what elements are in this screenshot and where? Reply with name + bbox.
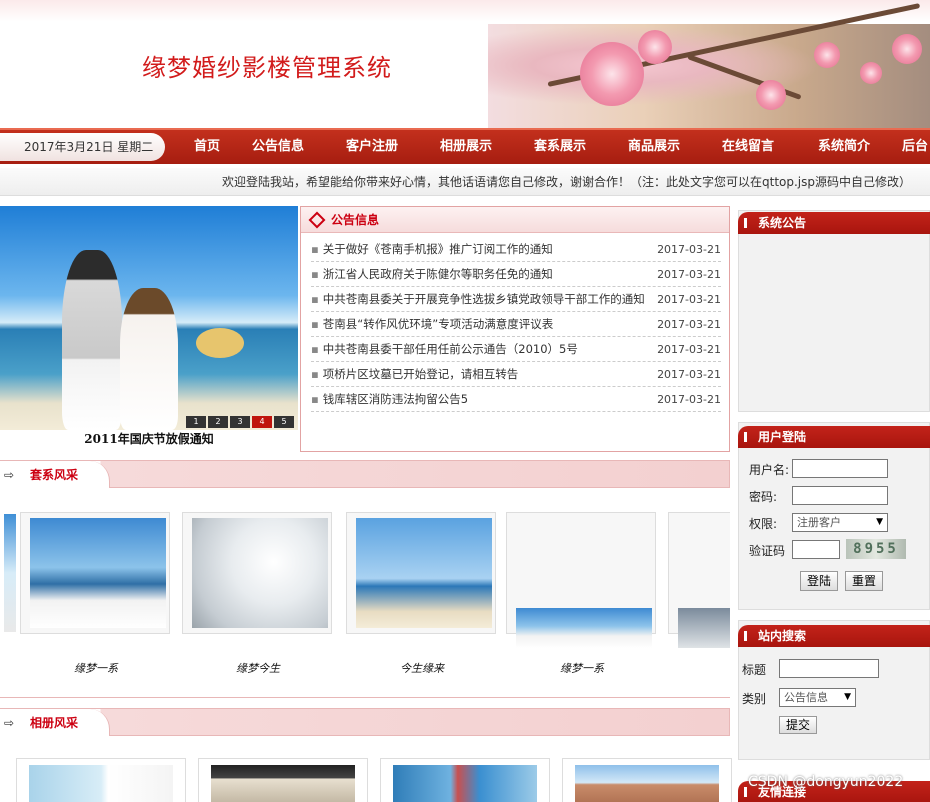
notice-title[interactable]: 中共苍南县委干部任用任前公示通告（2010）5号 bbox=[311, 337, 578, 361]
system-announcement-title: 系统公告 bbox=[738, 212, 930, 234]
diamond-icon bbox=[308, 211, 326, 229]
nav-packages[interactable]: 套系展示 bbox=[534, 130, 586, 164]
notice-panel-title: 公告信息 bbox=[331, 213, 380, 227]
username-input[interactable] bbox=[792, 459, 888, 478]
notice-item[interactable]: 项桥片区坟墓已开始登记，请相互转告 2017-03-21 bbox=[311, 362, 721, 387]
search-submit-button[interactable]: 提交 bbox=[779, 716, 818, 734]
notice-date: 2017-03-21 bbox=[657, 393, 721, 406]
notice-title[interactable]: 项桥片区坟墓已开始登记，请相互转告 bbox=[311, 362, 519, 386]
welcome-marquee: 欢迎登陆我站，希望能给你带来好心情，其他话语请您自己修改，谢谢合作！（注：此处文… bbox=[0, 168, 930, 196]
main-nav: 2017年3月21日 星期二 首页 公告信息 客户注册 相册展示 套系展示 商品… bbox=[0, 128, 930, 164]
packages-gallery: 缘梦一系 缘梦今生 今生缘来 缘梦一系 缘梦 bbox=[0, 490, 730, 698]
notice-item[interactable]: 中共苍南县委关于开展竞争性选拔乡镇党政领导干部工作的通知 2017-03-21 bbox=[311, 287, 721, 312]
package-card[interactable]: 缘梦一系 bbox=[14, 512, 178, 675]
notice-panel: 公告信息 关于做好《苍南手机报》推广订阅工作的通知 2017-03-21 浙江省人… bbox=[300, 206, 730, 452]
role-select-value: 注册客户 bbox=[797, 516, 841, 529]
notice-item[interactable]: 浙江省人民政府关于陈健尔等职务任免的通知 2017-03-21 bbox=[311, 262, 721, 287]
album-thumbnail[interactable] bbox=[380, 758, 550, 802]
reset-button[interactable]: 重置 bbox=[845, 571, 884, 591]
nav-guestbook[interactable]: 在线留言 bbox=[722, 130, 774, 164]
marquee-text: 欢迎登陆我站，希望能给你带来好心情，其他话语请您自己修改，谢谢合作！（注：此处文… bbox=[222, 175, 912, 189]
search-category-value: 公告信息 bbox=[784, 691, 828, 704]
arrow-right-icon: ⇨ bbox=[4, 468, 15, 482]
login-button[interactable]: 登陆 bbox=[800, 571, 839, 591]
notice-date: 2017-03-21 bbox=[657, 318, 721, 331]
nav-register[interactable]: 客户注册 bbox=[346, 130, 398, 164]
current-date: 2017年3月21日 星期二 bbox=[0, 133, 165, 161]
album-thumbnail[interactable] bbox=[198, 758, 368, 802]
notice-list: 关于做好《苍南手机报》推广订阅工作的通知 2017-03-21 浙江省人民政府关于… bbox=[301, 233, 729, 412]
notice-item[interactable]: 钱库辖区消防违法拘留公告5 2017-03-21 bbox=[311, 387, 721, 412]
nav-admin[interactable]: 后台 bbox=[902, 130, 928, 164]
password-input[interactable] bbox=[792, 486, 888, 505]
package-card[interactable]: 缘梦今生 bbox=[176, 512, 340, 675]
dropdown-arrow-icon: ▼ bbox=[844, 692, 851, 702]
package-caption[interactable]: 缘梦一系 bbox=[500, 660, 664, 676]
package-caption[interactable]: 今生缘来 bbox=[340, 660, 504, 676]
slideshow-caption[interactable]: 2011年国庆节放假通知 bbox=[0, 430, 298, 447]
peach-blossom-banner bbox=[488, 3, 930, 128]
notice-item[interactable]: 中共苍南县委干部任用任前公示通告（2010）5号 2017-03-21 bbox=[311, 337, 721, 362]
packages-section-header: ⇨ 套系风采 bbox=[0, 460, 730, 488]
search-title-label: 标题 bbox=[742, 663, 767, 677]
login-title: 用户登陆 bbox=[738, 426, 930, 448]
slideshow[interactable]: 1 2 3 4 5 bbox=[0, 206, 298, 430]
site-header: 缘梦婚纱影楼管理系统 bbox=[0, 0, 930, 128]
package-card[interactable]: 今生缘来 bbox=[340, 512, 504, 675]
nav-about[interactable]: 系统简介 bbox=[818, 130, 870, 164]
captcha-image[interactable]: 8955 bbox=[846, 539, 906, 559]
search-category-label: 类别 bbox=[742, 692, 767, 706]
notice-title[interactable]: 苍南县“转作风优环境”专项活动满意度评议表 bbox=[311, 312, 553, 336]
system-announcement-box bbox=[738, 210, 930, 412]
nav-products[interactable]: 商品展示 bbox=[628, 130, 680, 164]
nav-albums[interactable]: 相册展示 bbox=[440, 130, 492, 164]
notice-date: 2017-03-21 bbox=[657, 293, 721, 306]
notice-item[interactable]: 关于做好《苍南手机报》推广订阅工作的通知 2017-03-21 bbox=[311, 237, 721, 262]
package-caption[interactable]: 缘梦一系 bbox=[14, 660, 178, 676]
slide-page-5[interactable]: 5 bbox=[274, 416, 294, 428]
password-label: 密码: bbox=[749, 490, 778, 504]
username-label: 用户名: bbox=[749, 463, 790, 477]
nav-home[interactable]: 首页 bbox=[194, 130, 220, 164]
albums-section-title: 相册风采 bbox=[30, 716, 79, 730]
notice-title[interactable]: 浙江省人民政府关于陈健尔等职务任免的通知 bbox=[311, 262, 553, 286]
albums-section-header: ⇨ 相册风采 bbox=[0, 708, 730, 736]
package-card[interactable]: 缘梦一系 bbox=[500, 512, 664, 675]
search-category-select[interactable]: 公告信息 ▼ bbox=[779, 688, 856, 707]
csdn-watermark: CSDN @dongyun2022 bbox=[748, 774, 904, 790]
slideshow-pager: 1 2 3 4 5 bbox=[186, 416, 294, 428]
notice-date: 2017-03-21 bbox=[657, 368, 721, 381]
slide-page-2[interactable]: 2 bbox=[208, 416, 228, 428]
site-title: 缘梦婚纱影楼管理系统 bbox=[142, 54, 392, 82]
arrow-right-icon: ⇨ bbox=[4, 716, 15, 730]
dropdown-arrow-icon: ▼ bbox=[876, 517, 883, 527]
notice-date: 2017-03-21 bbox=[657, 243, 721, 256]
search-title-input[interactable] bbox=[779, 659, 879, 678]
album-thumbnail[interactable] bbox=[562, 758, 732, 802]
role-label: 权限: bbox=[749, 517, 778, 531]
notice-date: 2017-03-21 bbox=[657, 268, 721, 281]
nav-announcements[interactable]: 公告信息 bbox=[252, 130, 304, 164]
slide-page-4[interactable]: 4 bbox=[252, 416, 272, 428]
notice-date: 2017-03-21 bbox=[657, 343, 721, 356]
notice-title[interactable]: 中共苍南县委关于开展竞争性选拔乡镇党政领导干部工作的通知 bbox=[311, 287, 645, 311]
package-card[interactable]: 缘梦 bbox=[662, 512, 730, 658]
packages-section-title: 套系风采 bbox=[30, 468, 79, 482]
notice-item[interactable]: 苍南县“转作风优环境”专项活动满意度评议表 2017-03-21 bbox=[311, 312, 721, 337]
captcha-label: 验证码 bbox=[749, 544, 786, 558]
captcha-input[interactable] bbox=[792, 540, 840, 559]
notice-panel-header: 公告信息 bbox=[301, 207, 729, 233]
role-select[interactable]: 注册客户 ▼ bbox=[792, 513, 888, 532]
package-caption[interactable]: 缘梦今生 bbox=[176, 660, 340, 676]
album-thumbnail[interactable] bbox=[16, 758, 186, 802]
notice-title[interactable]: 关于做好《苍南手机报》推广订阅工作的通知 bbox=[311, 237, 553, 261]
site-search-title: 站内搜索 bbox=[738, 625, 930, 647]
slide-page-3[interactable]: 3 bbox=[230, 416, 250, 428]
slide-page-1[interactable]: 1 bbox=[186, 416, 206, 428]
notice-title[interactable]: 钱库辖区消防违法拘留公告5 bbox=[311, 387, 468, 411]
